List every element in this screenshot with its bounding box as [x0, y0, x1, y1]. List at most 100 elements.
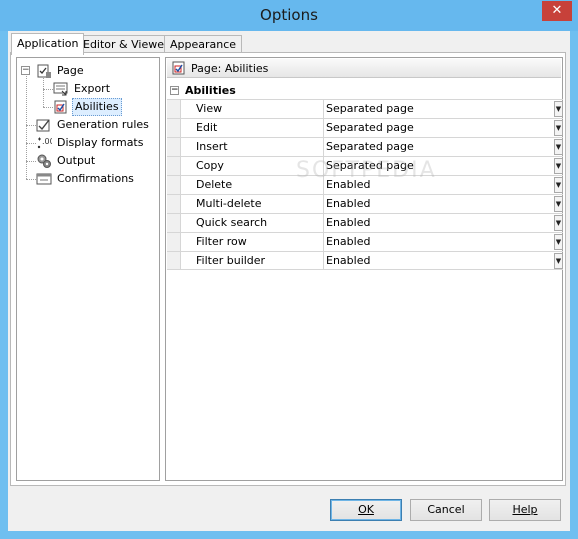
property-row-multi-delete[interactable]: Multi-delete Enabled ▼ — [167, 194, 563, 213]
cancel-button[interactable]: Cancel — [410, 499, 482, 521]
chevron-down-icon[interactable]: ▼ — [554, 120, 563, 136]
row-gutter — [167, 138, 181, 156]
title-bar[interactable]: Options ✕ — [0, 0, 578, 31]
chevron-down-icon[interactable]: ▼ — [554, 139, 563, 155]
property-name: Edit — [181, 119, 324, 137]
property-value: Enabled — [326, 235, 371, 248]
property-value-select[interactable]: Enabled ▼ — [324, 214, 563, 232]
chevron-down-icon[interactable]: ▼ — [554, 215, 563, 231]
property-value: Separated page — [326, 121, 414, 134]
property-name: Multi-delete — [181, 195, 324, 213]
display-formats-icon: .00 — [36, 135, 55, 151]
tree-item-label: Confirmations — [57, 172, 134, 185]
property-name: Filter builder — [181, 252, 324, 269]
property-row-edit[interactable]: Edit Separated page ▼ — [167, 118, 563, 137]
row-gutter — [167, 195, 181, 213]
tree-item-label: Export — [74, 82, 111, 95]
property-value-select[interactable]: Separated page ▼ — [324, 138, 563, 156]
property-row-filter-row[interactable]: Filter row Enabled ▼ — [167, 232, 563, 251]
svg-text:.00: .00 — [42, 137, 52, 146]
close-button[interactable]: ✕ — [542, 1, 572, 21]
group-label: Abilities — [185, 84, 236, 97]
chevron-down-icon[interactable]: ▼ — [554, 177, 563, 193]
chevron-down-icon[interactable]: ▼ — [554, 101, 563, 117]
property-row-filter-builder[interactable]: Filter builder Enabled ▼ — [167, 251, 563, 270]
row-gutter — [167, 233, 181, 251]
pane-header: Page: Abilities — [167, 59, 561, 78]
dialog-client: Application Editor & Viewers Appearance … — [8, 31, 570, 531]
chevron-down-icon[interactable]: ▼ — [554, 158, 563, 174]
cancel-button-label: Cancel — [427, 503, 465, 516]
close-icon: ✕ — [551, 3, 563, 18]
tree-item-abilities[interactable]: Abilities — [53, 98, 122, 116]
property-row-view[interactable]: View Separated page ▼ — [167, 99, 563, 118]
window-title: Options — [260, 6, 318, 24]
tab-panel: − Page Export Abilities Generation rules… — [10, 52, 566, 486]
property-value-select[interactable]: Separated page ▼ — [324, 157, 563, 175]
property-name: Delete — [181, 176, 324, 194]
tree-item-export[interactable]: Export — [53, 80, 112, 98]
property-row-copy[interactable]: Copy Separated page ▼ — [167, 156, 563, 175]
tree-connector — [43, 78, 44, 107]
tree-item-label: Page — [57, 64, 84, 77]
property-value: Separated page — [326, 102, 414, 115]
help-button[interactable]: Help — [489, 499, 561, 521]
pane-title: Page: Abilities — [191, 61, 269, 75]
property-value-select[interactable]: Separated page ▼ — [324, 119, 563, 137]
tree-item-generation-rules[interactable]: Generation rules — [36, 116, 151, 134]
tree-collapse-icon[interactable]: − — [21, 66, 30, 75]
tree-item-label: Display formats — [57, 136, 144, 149]
tree-connector — [43, 107, 53, 108]
property-value: Separated page — [326, 159, 414, 172]
chevron-down-icon[interactable]: ▼ — [554, 196, 563, 212]
row-gutter — [167, 252, 181, 269]
property-value-select[interactable]: Separated page ▼ — [324, 100, 563, 118]
row-gutter — [167, 214, 181, 232]
property-name: Insert — [181, 138, 324, 156]
options-tree[interactable]: − Page Export Abilities Generation rules… — [16, 57, 160, 481]
row-gutter — [167, 176, 181, 194]
tab-application[interactable]: Application — [11, 33, 85, 55]
tree-item-display-formats[interactable]: .00 Display formats — [36, 134, 145, 152]
property-name: View — [181, 100, 324, 118]
property-value-select[interactable]: Enabled ▼ — [324, 176, 563, 194]
tree-connector — [26, 125, 36, 126]
tree-item-label: Generation rules — [57, 118, 149, 131]
properties-pane: Page: Abilities − Abilities View Separat… — [165, 57, 563, 481]
export-icon — [53, 81, 69, 97]
property-grid: − Abilities View Separated page ▼ Edit Se… — [167, 82, 563, 270]
abilities-icon — [171, 60, 187, 76]
property-value: Enabled — [326, 197, 371, 210]
group-collapse-icon[interactable]: − — [170, 86, 179, 95]
property-row-insert[interactable]: Insert Separated page ▼ — [167, 137, 563, 156]
property-value: Enabled — [326, 216, 371, 229]
tree-item-page[interactable]: Page — [36, 62, 86, 80]
property-value-select[interactable]: Enabled ▼ — [324, 252, 563, 269]
property-value-select[interactable]: Enabled ▼ — [324, 195, 563, 213]
row-gutter — [167, 119, 181, 137]
tree-connector — [26, 179, 36, 180]
property-name: Quick search — [181, 214, 324, 232]
abilities-icon — [53, 99, 69, 115]
dialog-footer: OK Cancel Help — [8, 487, 570, 531]
property-value: Separated page — [326, 140, 414, 153]
tree-item-label: Output — [57, 154, 96, 167]
tree-item-output[interactable]: Output — [36, 152, 97, 170]
property-row-quick-search[interactable]: Quick search Enabled ▼ — [167, 213, 563, 232]
confirmations-icon — [36, 171, 52, 187]
output-icon — [36, 153, 52, 169]
property-value-select[interactable]: Enabled ▼ — [324, 233, 563, 251]
tree-connector — [26, 143, 36, 144]
chevron-down-icon[interactable]: ▼ — [554, 234, 563, 250]
chevron-down-icon[interactable]: ▼ — [554, 253, 563, 269]
row-gutter — [167, 157, 181, 175]
generation-rules-icon — [36, 117, 52, 133]
ok-button[interactable]: OK — [330, 499, 402, 521]
property-name: Copy — [181, 157, 324, 175]
tree-item-confirmations[interactable]: Confirmations — [36, 170, 136, 188]
ok-button-label: OK — [358, 503, 374, 516]
row-gutter — [167, 100, 181, 118]
property-group-header[interactable]: − Abilities — [167, 82, 563, 99]
property-row-delete[interactable]: Delete Enabled ▼ — [167, 175, 563, 194]
property-value: Enabled — [326, 178, 371, 191]
